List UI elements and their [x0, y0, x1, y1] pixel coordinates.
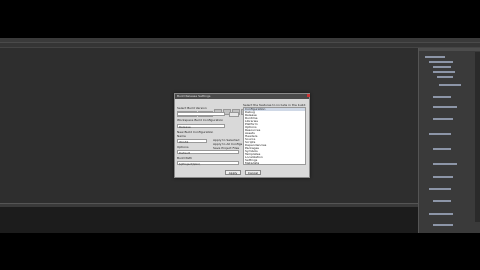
build-path-field[interactable]: $(Project)\bin\ — [177, 161, 239, 166]
list-item[interactable]: Metadata — [244, 162, 305, 165]
tree-item[interactable] — [429, 61, 453, 63]
close-icon[interactable] — [307, 94, 310, 97]
letterbox-top — [0, 0, 480, 38]
apply-button[interactable]: Apply — [225, 170, 241, 175]
tree-item[interactable] — [429, 213, 453, 215]
tree-item[interactable] — [439, 84, 461, 86]
pane-header — [0, 204, 418, 207]
options-field[interactable]: Default — [177, 150, 239, 155]
base-field[interactable] — [177, 112, 225, 116]
tree-item[interactable] — [433, 224, 453, 226]
browse-button[interactable] — [229, 112, 239, 117]
workspace-field[interactable]: Release — [177, 124, 225, 129]
output-pane[interactable] — [0, 203, 418, 234]
tree-item[interactable] — [433, 118, 453, 120]
build-settings-dialog: Build Release Settings GeneralBuild Sele… — [174, 93, 310, 178]
tree-item[interactable] — [433, 148, 451, 150]
tree-item[interactable] — [433, 71, 455, 73]
workspace-label: Workspace Build Configuration — [177, 118, 224, 122]
settings-panel: Select Build Version Workspace Build Con… — [177, 106, 242, 167]
tree-item[interactable] — [429, 133, 451, 135]
solution-explorer[interactable] — [418, 48, 480, 233]
feature-list[interactable]: Configuration Debug Release Runtime Libr… — [243, 107, 306, 165]
tree-item[interactable] — [425, 56, 445, 58]
tab-strip: GeneralBuild — [177, 100, 250, 117]
dialog-title: Build Release Settings — [175, 94, 309, 99]
tree-item[interactable] — [433, 200, 451, 202]
options-label: Options — [177, 145, 189, 149]
tree-item[interactable] — [429, 188, 451, 190]
tree-item[interactable] — [437, 76, 453, 78]
base-label: Select Build Version — [177, 106, 207, 110]
pane-header — [419, 48, 480, 51]
tree-item[interactable] — [433, 106, 457, 108]
letterbox-bottom — [0, 233, 480, 270]
tree-item[interactable] — [433, 96, 451, 98]
name-label: Name — [177, 134, 186, 138]
tree-item[interactable] — [433, 66, 451, 68]
scrollbar[interactable] — [475, 52, 480, 222]
platform-field[interactable]: Win32 — [177, 139, 207, 144]
cancel-button[interactable]: Cancel — [245, 170, 261, 175]
tree-item[interactable] — [433, 163, 457, 165]
build-path-label: Build Path — [177, 156, 193, 160]
tree-item[interactable] — [433, 176, 453, 178]
